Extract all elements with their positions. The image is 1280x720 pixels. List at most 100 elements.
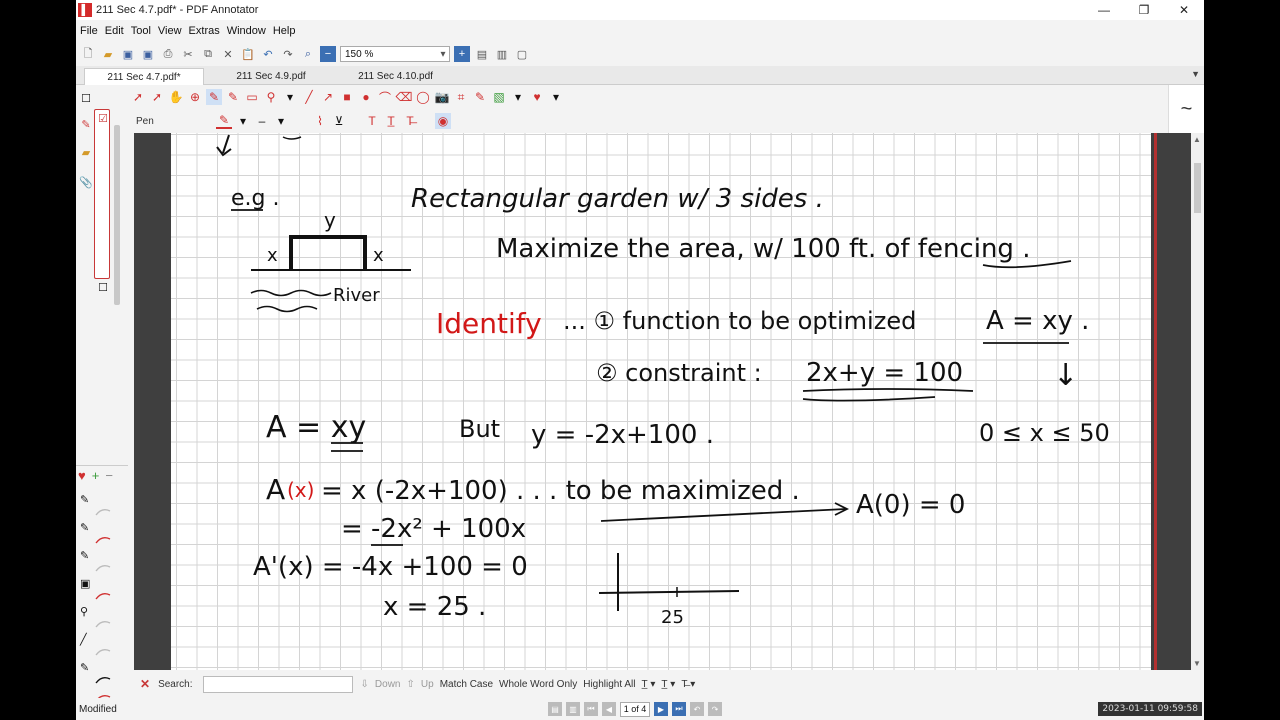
lasso-icon[interactable]: ◯ bbox=[415, 89, 431, 105]
save-icon[interactable]: ▣ bbox=[120, 46, 136, 62]
pdf-page[interactable]: e.g . Rectangular garden w/ 3 sides . y … bbox=[171, 133, 1151, 670]
stamp-dropdown-icon[interactable]: ▾ bbox=[282, 89, 298, 105]
pen-color-icon[interactable]: ✎ bbox=[216, 113, 232, 129]
pen-preset-icon[interactable]: ◉ bbox=[435, 113, 451, 129]
fullscreen-icon[interactable]: ▢ bbox=[514, 46, 530, 62]
arrow-down-icon[interactable]: ⇩ bbox=[361, 679, 369, 690]
tab-sec-4-9[interactable]: 211 Sec 4.9.pdf bbox=[216, 68, 326, 85]
scroll-thumb[interactable] bbox=[1194, 163, 1201, 213]
crop-icon[interactable]: ⌗ bbox=[453, 89, 469, 105]
favorite-heart-icon[interactable]: ♥ bbox=[529, 89, 545, 105]
zoom-out-icon[interactable]: − bbox=[320, 46, 336, 62]
paste-icon[interactable]: 📋 bbox=[240, 46, 256, 62]
tab-list-icon[interactable]: ▼ bbox=[1191, 69, 1200, 79]
line-style-dropdown-icon[interactable]: ▾ bbox=[273, 113, 289, 129]
print-icon[interactable]: ⎙ bbox=[160, 46, 176, 62]
copy-icon[interactable]: ⧉ bbox=[200, 46, 216, 62]
cut-icon[interactable]: ✂ bbox=[180, 46, 196, 62]
vertical-scrollbar[interactable]: ▲ ▼ bbox=[1191, 133, 1204, 670]
forward-icon[interactable]: ↷ bbox=[708, 702, 722, 716]
redo-icon[interactable]: ↷ bbox=[280, 46, 296, 62]
strikeout-text-icon[interactable]: T̶ bbox=[402, 113, 418, 129]
print-preview-icon[interactable]: ▤ bbox=[548, 702, 562, 716]
new-file-icon[interactable]: 🗋 bbox=[80, 46, 96, 62]
tab-sec-4-10[interactable]: 211 Sec 4.10.pdf bbox=[338, 68, 453, 85]
remove-icon[interactable]: − bbox=[105, 468, 113, 483]
highlight-all-toggle[interactable]: Highlight All bbox=[583, 679, 635, 690]
heart-icon[interactable]: ♥ bbox=[78, 468, 86, 483]
add-icon[interactable]: + bbox=[92, 468, 100, 483]
page-number-field[interactable]: 1 of 4 bbox=[620, 701, 650, 717]
camera-icon[interactable]: 📷 bbox=[434, 89, 450, 105]
fit-page-icon[interactable]: ▤ bbox=[474, 46, 490, 62]
match-case-toggle[interactable]: Match Case bbox=[440, 679, 493, 690]
zoom-in-icon[interactable]: + bbox=[454, 46, 470, 62]
menu-tool[interactable]: Tool bbox=[131, 25, 151, 37]
minimize-icon[interactable]: — bbox=[1084, 0, 1124, 20]
image-dropdown-icon[interactable]: ▾ bbox=[510, 89, 526, 105]
text-box-icon[interactable]: ▭ bbox=[244, 89, 260, 105]
line-icon[interactable]: ╱ bbox=[301, 89, 317, 105]
arrow-up-icon[interactable]: ⇧ bbox=[407, 679, 415, 690]
strikeout-text-icon-2[interactable]: T̶ ▾ bbox=[681, 679, 695, 690]
scroll-down-icon[interactable]: ▼ bbox=[1193, 659, 1201, 668]
eraser-icon[interactable]: ⌫ bbox=[396, 89, 413, 105]
select-arrow-icon[interactable]: ➚ bbox=[130, 89, 146, 105]
highlighter-icon[interactable]: ✎ bbox=[225, 89, 241, 105]
menu-extras[interactable]: Extras bbox=[189, 25, 220, 37]
text-format-icon[interactable]: T bbox=[364, 113, 380, 129]
line-style-icon[interactable]: – bbox=[254, 113, 270, 129]
document-view[interactable]: e.g . Rectangular garden w/ 3 sides . y … bbox=[134, 133, 1199, 670]
folder-icon[interactable]: ▰ bbox=[79, 145, 93, 159]
underline-text-icon-2[interactable]: T̲ ▾ bbox=[661, 679, 675, 690]
close-search-icon[interactable]: ✕ bbox=[140, 677, 150, 691]
save-all-icon[interactable]: ▣ bbox=[140, 46, 156, 62]
close-icon[interactable]: ✕ bbox=[1164, 0, 1204, 20]
zoom-tool-icon[interactable]: ⊕ bbox=[187, 89, 203, 105]
prev-page-icon[interactable]: ◀ bbox=[602, 702, 616, 716]
page-thumbnail[interactable] bbox=[94, 109, 110, 279]
open-folder-icon[interactable]: ▰ bbox=[100, 46, 116, 62]
search-input[interactable] bbox=[202, 675, 353, 693]
hand-icon[interactable]: ✋ bbox=[168, 89, 184, 105]
checkbox-icon-2[interactable]: ☐ bbox=[96, 280, 110, 294]
smooth-icon[interactable]: ⌇ bbox=[312, 113, 328, 129]
pen-tool-icon[interactable]: ✎ bbox=[206, 89, 222, 105]
menu-file[interactable]: File bbox=[80, 25, 98, 37]
polyline-icon[interactable]: ⌒ bbox=[377, 89, 393, 105]
ink-pen-icon[interactable]: ✎ bbox=[472, 89, 488, 105]
panel-scrollbar[interactable] bbox=[114, 95, 122, 445]
undo-icon[interactable]: ↶ bbox=[260, 46, 276, 62]
checked-icon[interactable]: ☑ bbox=[96, 111, 110, 125]
pen-color-dropdown-icon[interactable]: ▾ bbox=[235, 113, 251, 129]
back-icon[interactable]: ↶ bbox=[690, 702, 704, 716]
underline-text-icon[interactable]: T̲ bbox=[383, 113, 399, 129]
pen-icon[interactable]: ✎ bbox=[79, 117, 93, 131]
next-page-icon[interactable]: ▶ bbox=[654, 702, 668, 716]
tab-sec-4-7[interactable]: 211 Sec 4.7.pdf* bbox=[84, 68, 204, 85]
arrow-line-icon[interactable]: ↗ bbox=[320, 89, 336, 105]
checkbox-icon[interactable]: ☐ bbox=[79, 91, 93, 105]
favorite-dropdown-icon[interactable]: ▾ bbox=[548, 89, 564, 105]
rectangle-icon[interactable]: ■ bbox=[339, 89, 355, 105]
zoom-select[interactable]: 150 % ▾ bbox=[340, 46, 450, 62]
highlight-text-icon[interactable]: T̲ ▾ bbox=[642, 679, 656, 690]
whole-word-toggle[interactable]: Whole Word Only bbox=[499, 679, 577, 690]
maximize-icon[interactable]: ❐ bbox=[1124, 0, 1164, 20]
binoculars-icon[interactable]: ⌕ bbox=[300, 46, 316, 62]
pressure-icon[interactable]: ⊻ bbox=[331, 113, 347, 129]
last-page-icon[interactable]: ⏭ bbox=[672, 702, 686, 716]
first-page-icon[interactable]: ⏮ bbox=[584, 702, 598, 716]
ellipse-icon[interactable]: ● bbox=[358, 89, 374, 105]
fit-width-icon[interactable]: ▥ bbox=[494, 46, 510, 62]
menu-help[interactable]: Help bbox=[273, 25, 296, 37]
layout-icon[interactable]: ▥ bbox=[566, 702, 580, 716]
scroll-up-icon[interactable]: ▲ bbox=[1193, 135, 1201, 144]
menu-window[interactable]: Window bbox=[227, 25, 266, 37]
search-up-button[interactable]: Up bbox=[421, 679, 434, 690]
select-text-icon[interactable]: ➚ bbox=[149, 89, 165, 105]
menu-view[interactable]: View bbox=[158, 25, 182, 37]
paperclip-icon[interactable]: 📎 bbox=[79, 175, 93, 189]
image-icon[interactable]: ▧ bbox=[491, 89, 507, 105]
stamp-icon[interactable]: ⚲ bbox=[263, 89, 279, 105]
